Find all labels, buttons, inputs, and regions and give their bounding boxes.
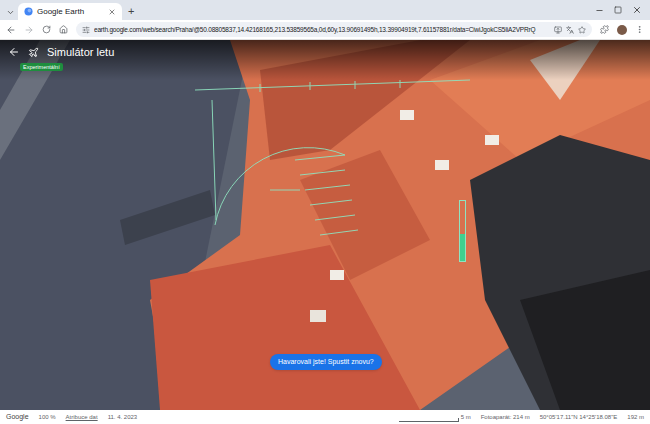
site-info-icon[interactable] xyxy=(82,26,90,34)
browser-tab[interactable]: Google Earth xyxy=(18,3,122,20)
reload-icon[interactable] xyxy=(42,25,51,34)
tab-search-button[interactable] xyxy=(4,4,16,20)
throttle-fill xyxy=(460,234,465,261)
attribution-link[interactable]: Atribuce dat xyxy=(66,413,98,422)
cast-icon[interactable] xyxy=(554,26,562,34)
close-tab-icon[interactable] xyxy=(108,8,116,16)
chevron-down-icon xyxy=(6,8,15,17)
google-logo: Google xyxy=(6,412,29,423)
extensions-icon[interactable] xyxy=(600,25,609,34)
simulator-header: Simulátor letu Experimentální xyxy=(0,40,650,80)
forward-icon[interactable] xyxy=(24,25,34,35)
status-bar: Google 100 % Atribuce dat 11. 4. 2023 5 m Fot… xyxy=(0,410,650,424)
earth-viewport[interactable]: Simulátor letu Experimentální Havarovali j… xyxy=(0,40,650,410)
bookmark-star-icon[interactable] xyxy=(578,26,586,34)
maximize-icon[interactable] xyxy=(614,6,622,14)
zoom-level: 100 % xyxy=(39,413,56,422)
tab-strip: Google Earth + xyxy=(0,0,650,20)
menu-icon[interactable] xyxy=(635,25,644,34)
toolbar: earth.google.com/web/search/Praha/@50.08… xyxy=(0,20,650,40)
restart-button[interactable]: Havarovali jste! Spustit znovu? xyxy=(270,354,382,370)
simulator-title: Simulátor letu xyxy=(47,44,114,61)
new-tab-button[interactable]: + xyxy=(128,3,134,20)
profile-avatar-icon[interactable] xyxy=(617,25,627,35)
minimize-icon[interactable] xyxy=(595,6,604,15)
google-earth-icon xyxy=(24,7,33,16)
coordinates: 50°05'17.11"N 14°25'18.08"E xyxy=(540,413,618,422)
elevation: 192 m xyxy=(627,413,644,422)
imagery-date: 11. 4. 2023 xyxy=(108,413,138,422)
browser-window: Google Earth + earth.google.com/web/search… xyxy=(0,0,650,424)
throttle-gauge xyxy=(459,200,466,262)
translate-icon[interactable] xyxy=(566,26,574,34)
scale-bar: 5 m xyxy=(399,413,471,422)
back-icon[interactable] xyxy=(6,25,16,35)
exit-back-icon[interactable] xyxy=(8,46,20,58)
experimental-badge: Experimentální xyxy=(20,63,63,71)
plane-icon xyxy=(28,47,39,58)
home-icon[interactable] xyxy=(59,25,68,34)
close-window-icon[interactable] xyxy=(632,5,642,15)
camera-altitude: Fotoaparát: 214 m xyxy=(481,413,530,422)
address-bar[interactable]: earth.google.com/web/search/Praha/@50.08… xyxy=(76,22,592,37)
